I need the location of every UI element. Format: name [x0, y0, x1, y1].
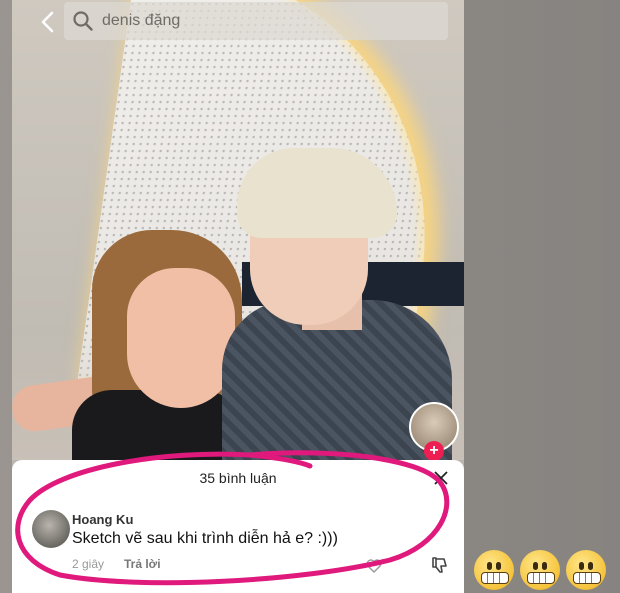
search-bar[interactable]: denis đặng [64, 2, 448, 40]
reply-button[interactable]: Trả lời [124, 557, 161, 571]
grimacing-emoji-icon [566, 550, 606, 590]
commenter-username[interactable]: Hoang Ku [72, 512, 133, 527]
grimacing-emoji-icon [474, 550, 514, 590]
comments-panel: 35 bình luận Hoang Ku Sketch vẽ sau khi … [12, 460, 464, 593]
dislike-icon[interactable] [430, 555, 450, 575]
grimacing-emoji-icon [520, 550, 560, 590]
woman-face [127, 268, 235, 408]
commenter-avatar[interactable] [32, 510, 70, 548]
close-icon[interactable] [432, 469, 450, 487]
heart-icon[interactable] [366, 558, 382, 574]
comments-count-title: 35 bình luận [199, 470, 277, 486]
comment-time: 2 giây [72, 557, 105, 571]
search-query: denis đặng [102, 12, 181, 29]
comment-text: Sketch vẽ sau khi trình diễn hả e? :))) [72, 530, 338, 547]
search-icon [73, 11, 93, 31]
back-arrow-icon[interactable] [34, 8, 64, 36]
follow-plus-icon[interactable]: + [424, 441, 444, 461]
